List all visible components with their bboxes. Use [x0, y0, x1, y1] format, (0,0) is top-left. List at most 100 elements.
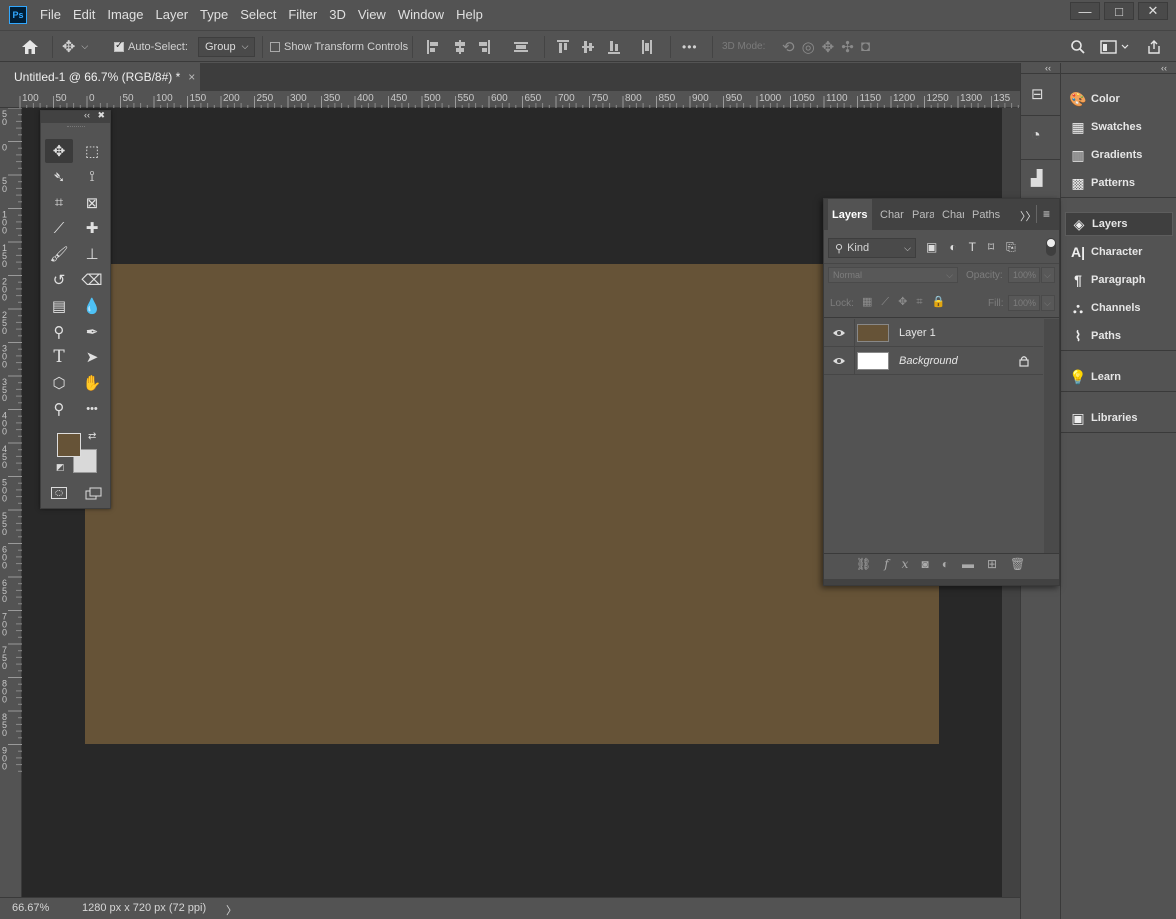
panel-channels[interactable]: ⛬ Channels: [1065, 296, 1173, 320]
opacity-input[interactable]: 100%: [1008, 267, 1040, 283]
shape-filter-icon[interactable]: ⌑: [988, 240, 1006, 254]
tab-paths[interactable]: Paths: [968, 199, 1000, 230]
pixel-filter-icon[interactable]: ▣: [926, 240, 949, 254]
share-icon[interactable]: [1146, 31, 1162, 62]
menu-image[interactable]: Image: [101, 0, 149, 30]
panel-learn[interactable]: 💡 Learn: [1065, 365, 1173, 389]
layer-name[interactable]: Background: [899, 355, 958, 367]
lock-pixels-icon[interactable]: ⟋: [881, 296, 898, 308]
move-icon[interactable]: ✥: [45, 139, 73, 163]
menu-view[interactable]: View: [352, 0, 392, 30]
close-button[interactable]: ✕: [1138, 2, 1168, 20]
layers-scrollbar[interactable]: [1044, 319, 1059, 553]
healing-icon[interactable]: ✚: [78, 216, 106, 240]
visibility-eye-icon[interactable]: [824, 356, 854, 366]
menu-type[interactable]: Type: [194, 0, 234, 30]
eraser-icon[interactable]: ⌫: [78, 268, 106, 292]
delete-layer-icon[interactable]: 🗑: [1010, 557, 1038, 571]
status-arrow-icon[interactable]: 〉: [226, 902, 237, 918]
workspace-icon[interactable]: [1100, 31, 1130, 62]
maximize-button[interactable]: □: [1104, 2, 1134, 20]
tab-layers[interactable]: Layers: [828, 199, 872, 230]
show-transform-checkbox[interactable]: Show Transform Controls: [270, 31, 408, 62]
collapse-strip-icon[interactable]: ‹‹: [1045, 63, 1051, 73]
menu-filter[interactable]: Filter: [282, 0, 323, 30]
blur-icon[interactable]: 💧: [78, 294, 106, 318]
type-icon[interactable]: T: [45, 345, 73, 369]
panel-color[interactable]: 🎨 Color: [1065, 87, 1173, 111]
fx-icon[interactable]: fx: [884, 557, 921, 571]
more-tabs-icon[interactable]: 〉〉: [1020, 208, 1037, 224]
document-canvas[interactable]: [85, 264, 939, 744]
toolbox-grip[interactable]: [67, 126, 85, 128]
new-layer-icon[interactable]: ⊞: [987, 557, 1010, 571]
panel-paragraph[interactable]: ¶ Paragraph: [1065, 268, 1173, 292]
history-panel-icon[interactable]: ⊟: [1031, 85, 1044, 103]
frame-icon[interactable]: ⊠: [78, 191, 106, 215]
quick-select-icon[interactable]: ⟟: [78, 165, 106, 189]
lock-icon[interactable]: [1019, 355, 1029, 367]
visibility-eye-icon[interactable]: [824, 328, 854, 338]
tab-chan[interactable]: Chan: [938, 199, 964, 230]
default-colors-icon[interactable]: ◩: [56, 462, 65, 473]
stamp-icon[interactable]: ⊥: [78, 242, 106, 266]
zoom-level[interactable]: 66.67%: [12, 902, 49, 914]
hand-icon[interactable]: ✋: [78, 371, 106, 395]
layer-row[interactable]: Layer 1: [824, 318, 1043, 347]
blend-mode-dropdown[interactable]: Normal ⌵: [828, 267, 958, 283]
auto-select-check-icon[interactable]: [114, 40, 124, 52]
roll-icon[interactable]: ◎: [802, 38, 822, 56]
smart-object-filter-icon[interactable]: ⎘: [1006, 240, 1028, 254]
shape-icon[interactable]: ⬡: [45, 371, 73, 395]
menu-window[interactable]: Window: [392, 0, 450, 30]
gradient-icon[interactable]: ▤: [45, 294, 73, 318]
layer-name[interactable]: Layer 1: [899, 327, 936, 339]
search-icon[interactable]: [1070, 31, 1086, 62]
lasso-icon[interactable]: ➴: [45, 165, 73, 189]
panel-menu-icon[interactable]: ≡: [1043, 207, 1050, 221]
filter-toggle[interactable]: [1046, 238, 1056, 256]
group-dropdown[interactable]: Group ⌵: [198, 31, 256, 62]
lock-position-icon[interactable]: ✥: [898, 296, 916, 308]
transform-check-icon[interactable]: [270, 41, 280, 52]
lock-transparency-icon[interactable]: ▦: [862, 296, 881, 308]
video-camera-icon[interactable]: ◘: [861, 38, 877, 55]
toolbox-header[interactable]: ‹‹ ✖: [41, 110, 110, 123]
minimize-button[interactable]: —: [1070, 2, 1100, 20]
marquee-icon[interactable]: ⬚: [78, 139, 106, 163]
layer-row[interactable]: Background: [824, 346, 1043, 375]
pen-icon[interactable]: ✒: [78, 320, 106, 344]
collapse-dock-icon[interactable]: ‹‹: [1161, 63, 1167, 73]
close-icon[interactable]: ✖: [97, 110, 105, 121]
collapse-icon[interactable]: ‹‹: [84, 110, 90, 120]
lock-artboard-icon[interactable]: ⌗: [916, 296, 931, 308]
quick-mask-icon[interactable]: [51, 487, 67, 499]
menu-layer[interactable]: Layer: [150, 0, 195, 30]
menu-edit[interactable]: Edit: [67, 0, 101, 30]
panel-patterns[interactable]: ▩ Patterns: [1065, 171, 1173, 195]
crop-icon[interactable]: ⌗: [45, 191, 73, 215]
brush-icon[interactable]: 🖌: [45, 242, 73, 266]
panel-libraries[interactable]: ▣ Libraries: [1065, 406, 1173, 430]
menu-select[interactable]: Select: [234, 0, 282, 30]
opacity-dropdown-icon[interactable]: ⌵: [1041, 267, 1055, 283]
adjustment-filter-icon[interactable]: ◐: [949, 240, 968, 254]
dodge-icon[interactable]: ⚲: [45, 320, 73, 344]
lock-all-icon[interactable]: 🔒: [932, 296, 955, 308]
swap-colors-icon[interactable]: ⇄: [88, 431, 96, 442]
menu-3d[interactable]: 3D: [323, 0, 352, 30]
menu-file[interactable]: File: [34, 0, 67, 30]
panel-paths[interactable]: ⌇ Paths: [1065, 324, 1173, 348]
home-icon[interactable]: [20, 31, 40, 62]
screen-mode-icon[interactable]: [85, 487, 103, 500]
panel-swatches[interactable]: ▦ Swatches: [1065, 115, 1173, 139]
panel-layers[interactable]: ◈ Layers: [1065, 212, 1173, 236]
link-layers-icon[interactable]: ⛓: [856, 557, 884, 571]
move-tool-preset-icon[interactable]: ✥ ⌵: [62, 31, 88, 62]
new-group-icon[interactable]: ▬: [962, 557, 987, 571]
panel-character[interactable]: A| Character: [1065, 240, 1173, 264]
orbit-icon[interactable]: ⟲: [782, 38, 802, 56]
auto-select-checkbox[interactable]: Auto-Select:: [114, 31, 188, 62]
document-tab[interactable]: Untitled-1 @ 66.7% (RGB/8#) * ×: [0, 63, 200, 91]
zoom-icon[interactable]: ⚲: [45, 397, 73, 421]
